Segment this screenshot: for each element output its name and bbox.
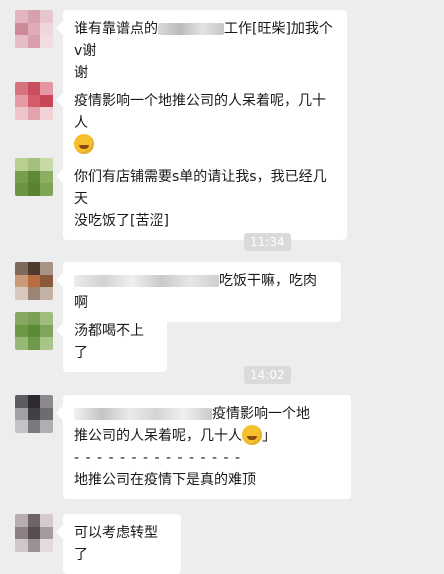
- avatar[interactable]: [15, 395, 53, 433]
- quote-divider: - - - - - - - - - - - - - - -: [74, 450, 242, 466]
- message-bubble[interactable]: 你们有店铺需要s单的请让我s，我已经几天 没吃饭了[苦涩]: [63, 158, 347, 240]
- message-bubble[interactable]: 可以考虑转型了: [63, 514, 181, 574]
- message-text: 没吃饭了[苦涩]: [74, 213, 169, 229]
- message-bubble[interactable]: 谁有靠谱点的 工作[旺柴]加我个v谢 谢: [63, 10, 347, 92]
- redacted-text: [158, 23, 224, 35]
- message-text: 谢: [74, 65, 88, 81]
- avatar[interactable]: [15, 82, 53, 120]
- message-text: 你们有店铺需要s单的请让我s，我已经几天: [74, 169, 327, 207]
- facepalm-laugh-emoji-icon: [242, 425, 262, 445]
- message-text: 汤都喝不上了: [74, 323, 144, 361]
- quoted-text: 推公司的人呆着呢，几十人: [74, 428, 242, 444]
- timestamp: 11:34: [244, 233, 291, 251]
- timestamp: 14:02: [244, 366, 291, 384]
- quote-close: 」: [262, 428, 276, 444]
- message-text: 地推公司在疫情下是真的难顶: [74, 472, 256, 488]
- quoted-message-bubble[interactable]: 疫情影响一个地 推公司的人呆着呢，几十人 」 - - - - - - - - - …: [63, 395, 351, 499]
- message-bubble[interactable]: 汤都喝不上了: [63, 312, 167, 372]
- redacted-text: [74, 408, 212, 420]
- avatar[interactable]: [15, 312, 53, 350]
- facepalm-laugh-emoji-icon: [74, 134, 94, 154]
- redacted-text: [74, 275, 219, 287]
- message-bubble[interactable]: 疫情影响一个地推公司的人呆着呢，几十人: [63, 82, 347, 164]
- message-text: 可以考虑转型了: [74, 525, 158, 563]
- avatar[interactable]: [15, 514, 53, 552]
- avatar[interactable]: [15, 10, 53, 48]
- quoted-text: 疫情影响一个地: [212, 406, 310, 422]
- message-text: 谁有靠谱点的: [74, 21, 158, 37]
- message-text: 疫情影响一个地推公司的人呆着呢，几十人: [74, 93, 326, 131]
- avatar[interactable]: [15, 158, 53, 196]
- avatar[interactable]: [15, 262, 53, 300]
